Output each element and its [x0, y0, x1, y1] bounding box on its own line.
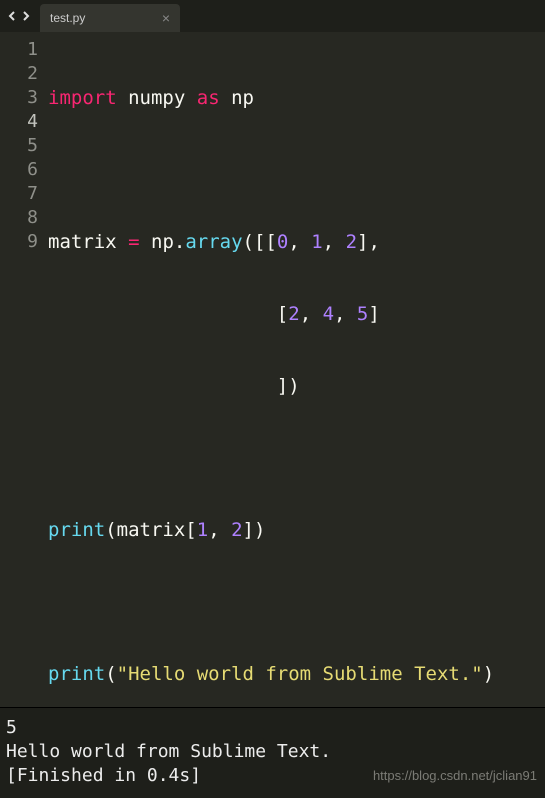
console-line: Hello world from Sublime Text.: [6, 740, 539, 764]
titlebar: test.py ×: [0, 0, 545, 32]
console-line: 5: [6, 716, 539, 740]
line-number: 3: [0, 86, 38, 110]
code-line: print("Hello world from Sublime Text."): [48, 662, 537, 686]
build-output: 5 Hello world from Sublime Text. [Finish…: [0, 707, 545, 798]
minimap[interactable]: [537, 32, 545, 707]
code-area[interactable]: import numpy as np matrix = np.array([[0…: [48, 32, 537, 707]
code-line: [48, 590, 537, 614]
line-number: 2: [0, 62, 38, 86]
line-number: 5: [0, 134, 38, 158]
line-number: 4: [0, 110, 38, 134]
file-tab[interactable]: test.py ×: [40, 4, 180, 32]
line-number: 8: [0, 206, 38, 230]
code-line: import numpy as np: [48, 86, 537, 110]
line-number: 1: [0, 38, 38, 62]
code-line: [48, 158, 537, 182]
code-line: ]): [48, 374, 537, 398]
watermark: https://blog.csdn.net/jclian91: [373, 764, 537, 788]
tab-filename: test.py: [50, 11, 85, 25]
gutter: 1 2 3 4 5 6 7 8 9: [0, 32, 48, 707]
code-line: print(matrix[1, 2]): [48, 518, 537, 542]
nav-back-icon[interactable]: [6, 10, 18, 22]
nav-arrows: [6, 10, 32, 22]
line-number: 6: [0, 158, 38, 182]
line-number: 7: [0, 182, 38, 206]
editor[interactable]: 1 2 3 4 5 6 7 8 9 import numpy as np mat…: [0, 32, 545, 707]
nav-forward-icon[interactable]: [20, 10, 32, 22]
line-number: 9: [0, 230, 38, 254]
code-line: [48, 446, 537, 470]
close-icon[interactable]: ×: [162, 11, 170, 25]
code-line: matrix = np.array([[0, 1, 2],: [48, 230, 537, 254]
code-line: [2, 4, 5]: [48, 302, 537, 326]
